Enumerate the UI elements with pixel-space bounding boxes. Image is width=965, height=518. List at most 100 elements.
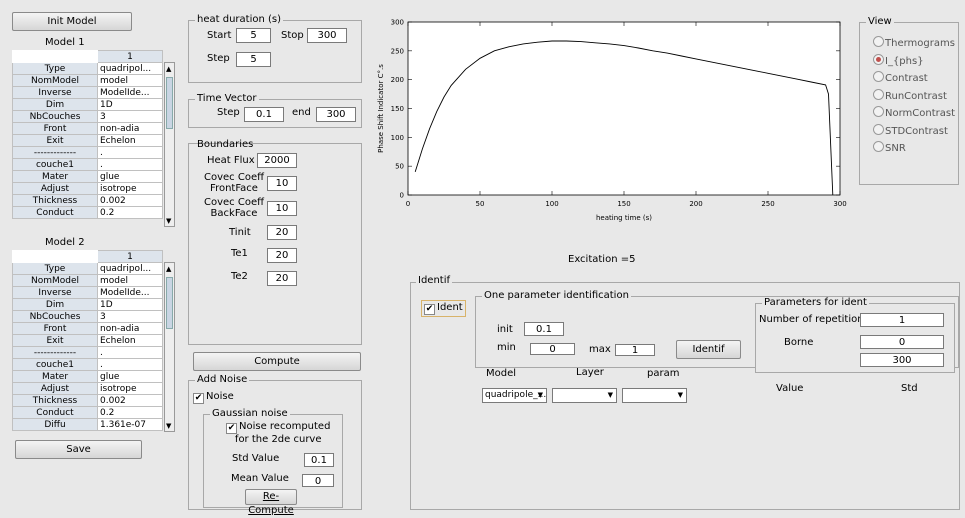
table-row[interactable]: InverseModelIde... (13, 87, 163, 99)
table-row[interactable]: NomModelmodel (13, 75, 163, 87)
std-value-field[interactable]: 0.1 (304, 453, 334, 467)
table-row[interactable]: Materglue (13, 371, 163, 383)
property-value[interactable]: ModelIde... (98, 87, 163, 99)
table-row[interactable]: NomModelmodel (13, 275, 163, 287)
start-field[interactable]: 5 (236, 28, 271, 43)
property-value[interactable]: 0.002 (98, 395, 163, 407)
table-row[interactable]: ExitEchelon (13, 135, 163, 147)
scroll-up-icon[interactable]: ▲ (166, 265, 171, 273)
init-field[interactable]: 0.1 (524, 322, 564, 336)
property-value[interactable]: non-adia (98, 323, 163, 335)
ident-checkbox[interactable]: ✔Ident (421, 300, 466, 317)
noise-recomputed-checkbox[interactable]: ✔Noise recomputedfor the 2de curve (226, 421, 330, 445)
radio-icon[interactable] (873, 71, 884, 82)
table-row[interactable]: Adjustisotrope (13, 183, 163, 195)
table-row[interactable]: Diffu1.361e-07 (13, 419, 163, 431)
scroll-up-icon[interactable]: ▲ (166, 65, 171, 73)
scroll-down-icon[interactable]: ▼ (166, 422, 171, 430)
table-row[interactable]: Adjustisotrope (13, 383, 163, 395)
property-value[interactable]: non-adia (98, 123, 163, 135)
property-value[interactable]: glue (98, 371, 163, 383)
table-row[interactable]: Materglue (13, 171, 163, 183)
property-value[interactable]: isotrope (98, 383, 163, 395)
table-row[interactable]: Frontnon-adia (13, 323, 163, 335)
table-row[interactable]: -------------. (13, 147, 163, 159)
property-value[interactable]: 1D (98, 299, 163, 311)
radio-icon[interactable] (873, 106, 884, 117)
recompute-button[interactable]: Re-Compute (245, 489, 297, 505)
table-row[interactable]: Thickness0.002 (13, 195, 163, 207)
mean-value-field[interactable]: 0 (302, 474, 334, 487)
property-value[interactable]: ModelIde... (98, 287, 163, 299)
init-model-button[interactable]: Init Model (12, 12, 132, 31)
property-value[interactable]: 1.361e-07 (98, 419, 163, 431)
table-row[interactable]: InverseModelIde... (13, 287, 163, 299)
property-value[interactable]: . (98, 347, 163, 359)
property-value[interactable]: . (98, 359, 163, 371)
max-field[interactable]: 1 (615, 344, 655, 356)
property-value[interactable]: 3 (98, 311, 163, 323)
table-row[interactable]: Typequadripol... (13, 63, 163, 75)
checkbox-icon[interactable]: ✔ (226, 423, 237, 434)
layer-dropdown[interactable]: ▼ (552, 388, 617, 403)
scroll-down-icon[interactable]: ▼ (166, 217, 171, 225)
property-value[interactable]: Echelon (98, 335, 163, 347)
table-row[interactable]: couche1. (13, 159, 163, 171)
model1-scrollbar[interactable]: ▲ ▼ (164, 62, 175, 227)
view-option-stdcontrast[interactable]: STDContrast (873, 124, 948, 137)
model2-scrollbar[interactable]: ▲ ▼ (164, 262, 175, 432)
identif-button[interactable]: Identif (676, 340, 741, 359)
te1-field[interactable]: 20 (267, 248, 297, 263)
heat-step-field[interactable]: 5 (236, 52, 271, 67)
tv-end-field[interactable]: 300 (316, 107, 356, 122)
borne-max-field[interactable]: 300 (860, 353, 944, 367)
view-option-contrast[interactable]: Contrast (873, 71, 928, 84)
property-value[interactable]: model (98, 275, 163, 287)
property-value[interactable]: 0.2 (98, 207, 163, 219)
property-value[interactable]: Echelon (98, 135, 163, 147)
table-row[interactable]: Dim1D (13, 299, 163, 311)
property-value[interactable]: isotrope (98, 183, 163, 195)
radio-icon[interactable] (873, 124, 884, 135)
param-dropdown[interactable]: ▼ (622, 388, 687, 403)
view-option-iphs[interactable]: I_{phs} (873, 54, 924, 67)
tinit-field[interactable]: 20 (267, 225, 297, 240)
table-row[interactable]: Conduct0.2 (13, 207, 163, 219)
radio-icon[interactable] (873, 36, 884, 47)
view-option-runcontrast[interactable]: RunContrast (873, 89, 947, 102)
radio-icon[interactable] (873, 141, 884, 152)
property-value[interactable]: quadripol... (98, 263, 163, 275)
heat-flux-field[interactable]: 2000 (257, 153, 297, 168)
te2-field[interactable]: 20 (267, 271, 297, 286)
model1-table[interactable]: 1 Typequadripol...NomModelmodelInverseMo… (12, 50, 163, 219)
table-row[interactable]: Dim1D (13, 99, 163, 111)
noise-checkbox[interactable]: ✔Noise (193, 391, 234, 404)
table-row[interactable]: Typequadripol... (13, 263, 163, 275)
covec-back-field[interactable]: 10 (267, 201, 297, 216)
table-row[interactable]: NbCouches3 (13, 311, 163, 323)
covec-front-field[interactable]: 10 (267, 176, 297, 191)
table-row[interactable]: couche1. (13, 359, 163, 371)
stop-field[interactable]: 300 (307, 28, 347, 43)
model2-table[interactable]: 1 Typequadripol...NomModelmodelInverseMo… (12, 250, 163, 431)
checkbox-icon[interactable]: ✔ (424, 304, 435, 315)
model-dropdown[interactable]: quadripole_...▼ (482, 388, 547, 403)
property-value[interactable]: model (98, 75, 163, 87)
property-value[interactable]: . (98, 147, 163, 159)
min-field[interactable]: 0 (530, 343, 575, 355)
table-row[interactable]: NbCouches3 (13, 111, 163, 123)
table-row[interactable]: Conduct0.2 (13, 407, 163, 419)
table-row[interactable]: -------------. (13, 347, 163, 359)
property-value[interactable]: glue (98, 171, 163, 183)
property-value[interactable]: . (98, 159, 163, 171)
save-button[interactable]: Save (15, 440, 142, 459)
tv-step-field[interactable]: 0.1 (244, 107, 284, 122)
compute-button[interactable]: Compute (193, 352, 361, 371)
view-option-normcontrast[interactable]: NormContrast (873, 106, 955, 119)
property-value[interactable]: quadripol... (98, 63, 163, 75)
radio-icon[interactable] (873, 89, 884, 100)
property-value[interactable]: 0.2 (98, 407, 163, 419)
nrep-field[interactable]: 1 (860, 313, 944, 327)
view-option-thermograms[interactable]: Thermograms (873, 36, 955, 49)
table-row[interactable]: Thickness0.002 (13, 395, 163, 407)
